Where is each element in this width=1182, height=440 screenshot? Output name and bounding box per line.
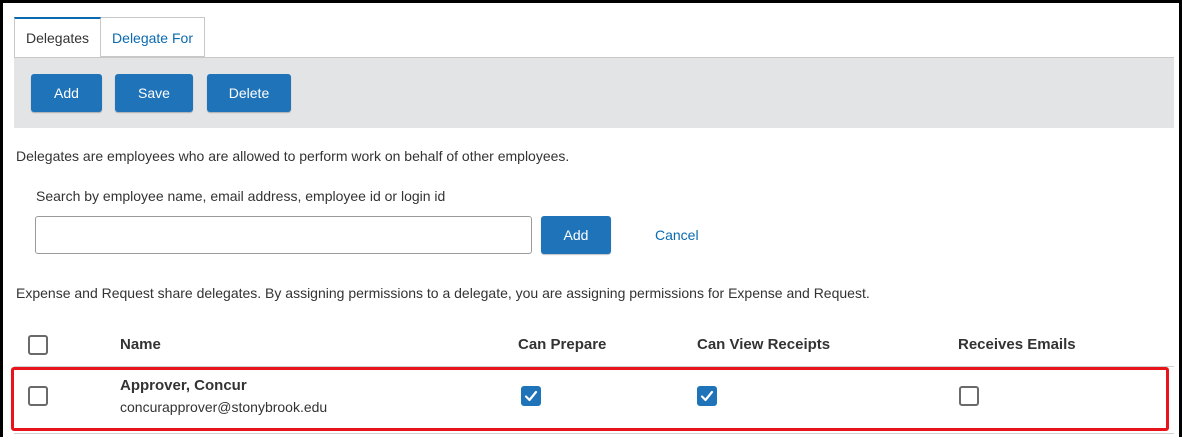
- column-header-can-view-receipts: Can View Receipts: [697, 336, 831, 353]
- toolbar: Add Save Delete: [14, 57, 1174, 128]
- checkmark-icon: [524, 390, 538, 402]
- tab-bar: Delegates Delegate For: [14, 17, 205, 57]
- checkmark-icon: [700, 390, 714, 402]
- share-note: Expense and Request share delegates. By …: [16, 285, 870, 301]
- delegate-name: Approver, Concur: [120, 377, 247, 394]
- search-label: Search by employee name, email address, …: [36, 188, 446, 204]
- search-input[interactable]: [35, 216, 532, 254]
- can-view-receipts-checkbox[interactable]: [697, 386, 717, 406]
- table-row: Approver, Concur concurapprover@stonybro…: [14, 367, 1174, 434]
- receives-emails-checkbox[interactable]: [959, 386, 979, 406]
- tab-delegate-for[interactable]: Delegate For: [101, 17, 205, 57]
- row-select-checkbox[interactable]: [28, 386, 48, 406]
- select-all-checkbox[interactable]: [28, 335, 48, 355]
- intro-text: Delegates are employees who are allowed …: [16, 148, 570, 164]
- table-header: Name Can Prepare Can View Receipts Recei…: [14, 322, 1174, 367]
- add-button[interactable]: Add: [31, 74, 102, 112]
- delegate-email: concurapprover@stonybrook.edu: [120, 399, 328, 415]
- can-prepare-checkbox[interactable]: [521, 386, 541, 406]
- column-header-receives-emails: Receives Emails: [958, 336, 1076, 353]
- column-header-can-prepare: Can Prepare: [518, 336, 607, 353]
- save-button[interactable]: Save: [115, 74, 193, 112]
- delete-button[interactable]: Delete: [207, 74, 291, 112]
- cancel-link[interactable]: Cancel: [655, 227, 699, 243]
- column-header-name: Name: [120, 336, 161, 353]
- tab-delegates[interactable]: Delegates: [14, 17, 102, 57]
- search-add-button[interactable]: Add: [541, 216, 611, 254]
